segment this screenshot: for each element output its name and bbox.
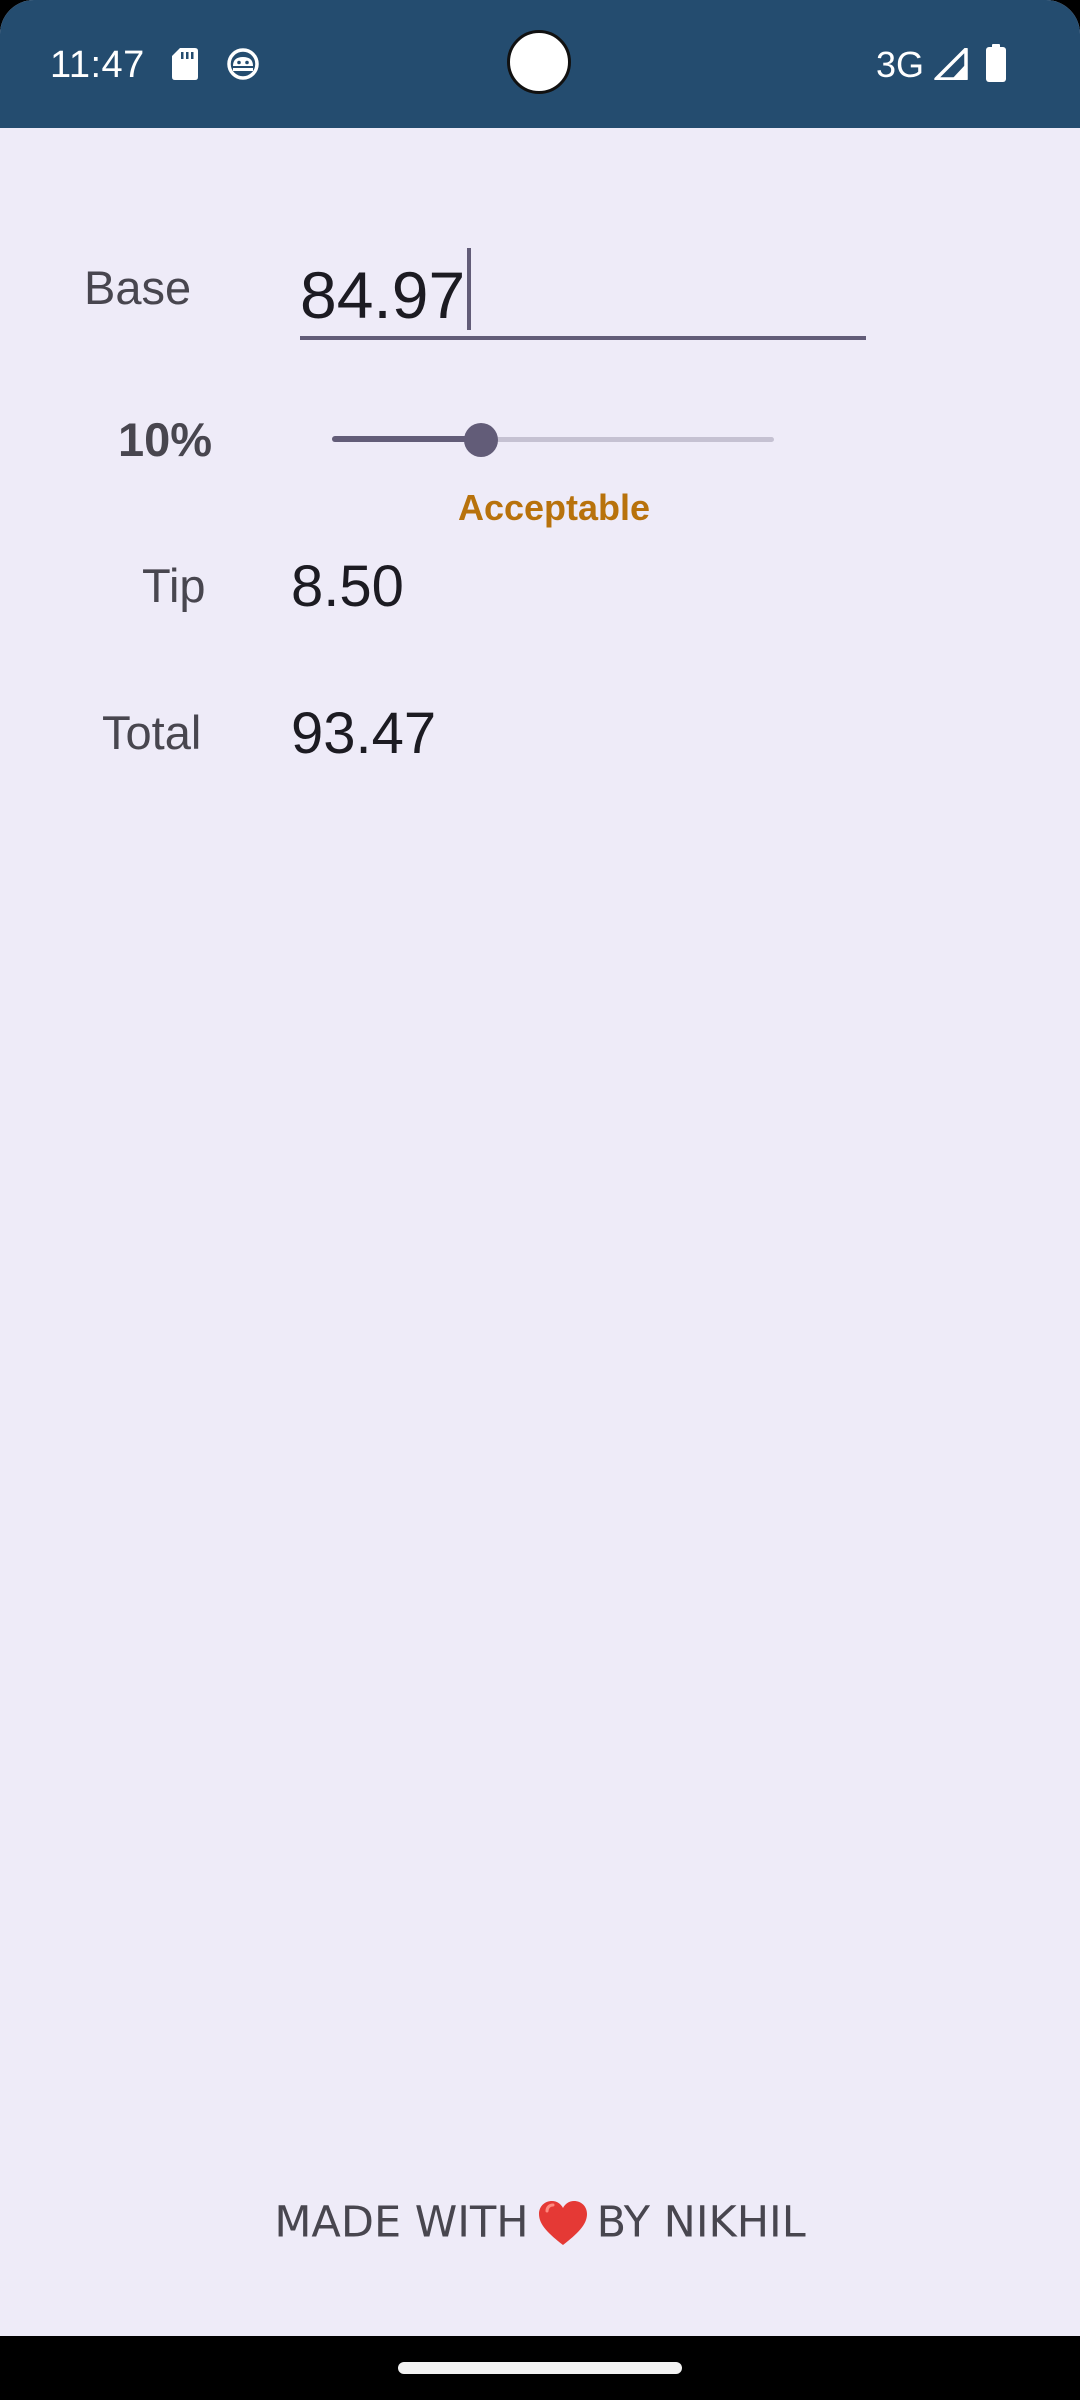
footer-suffix: BY NIKHIL — [596, 2197, 806, 2248]
slider-track-active[interactable] — [332, 436, 480, 442]
footer-prefix: MADE WITH — [274, 2197, 529, 2248]
tip-percent-slider[interactable] — [332, 420, 774, 460]
heart-icon — [538, 2200, 587, 2245]
tip-label: Tip — [142, 559, 206, 612]
status-bar: 11:47 3G — [0, 0, 1080, 128]
slider-thumb[interactable] — [464, 423, 498, 457]
total-label: Total — [102, 706, 202, 759]
signal-icon — [934, 48, 968, 80]
base-amount-input[interactable] — [300, 238, 866, 340]
battery-icon — [986, 44, 1006, 82]
home-gesture-handle[interactable] — [398, 2362, 682, 2374]
tip-percent-label: 10% — [118, 413, 213, 466]
network-type: 3G — [876, 44, 925, 85]
camera-cutout — [507, 30, 571, 94]
total-amount-value: 93.47 — [291, 701, 437, 766]
tip-amount-value: 8.50 — [291, 554, 404, 619]
tip-quality-label: Acceptable — [457, 487, 651, 528]
android-debug-icon — [227, 48, 259, 80]
app-screen: 11:47 3G Base 84.97 10% Acceptable Tip 8… — [0, 0, 1080, 2400]
base-label: Base — [84, 261, 192, 314]
footer-credit: MADE WITH BY NIKHIL — [0, 2190, 1080, 2253]
sd-card-icon — [172, 48, 198, 80]
status-time: 11:47 — [50, 44, 145, 86]
